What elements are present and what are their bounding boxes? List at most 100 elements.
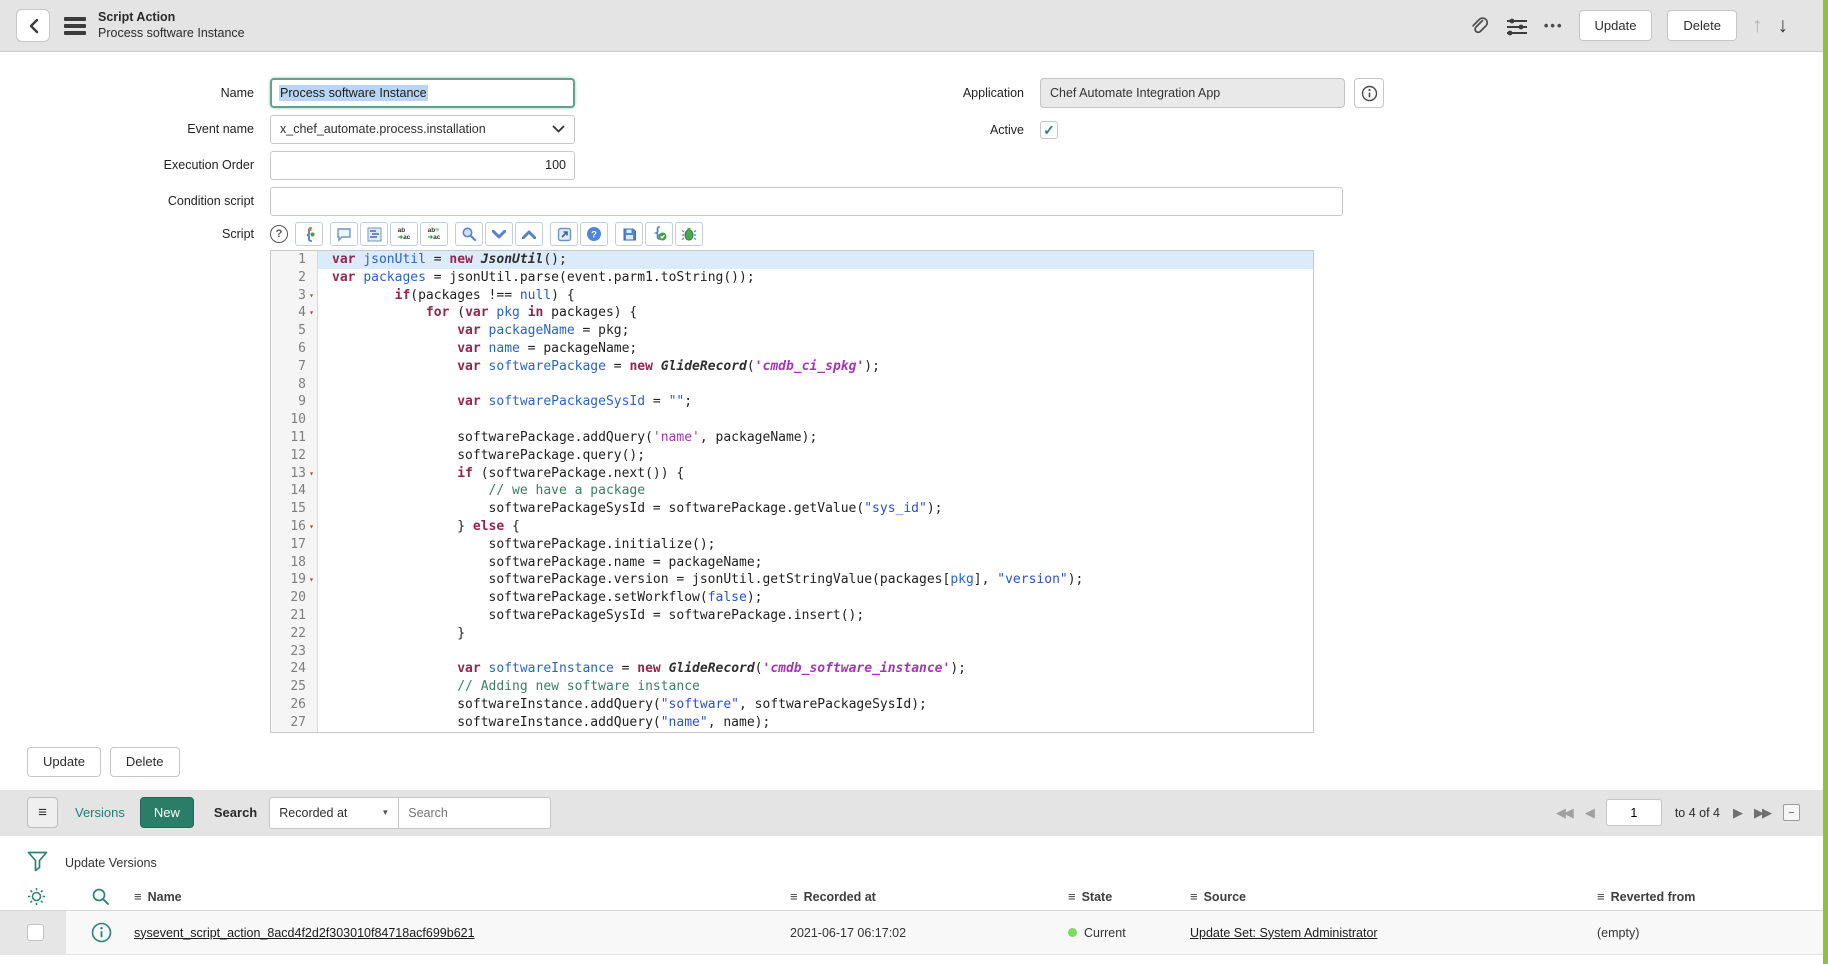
code-text[interactable]: if (softwarePackage.next()) {: [318, 465, 1313, 483]
code-text[interactable]: }: [318, 625, 1313, 643]
line-number-gutter[interactable]: 8: [271, 376, 318, 394]
line-number-gutter[interactable]: 13▾: [271, 465, 318, 483]
code-text[interactable]: // Adding new software instance: [318, 678, 1313, 696]
execution-order-input[interactable]: [270, 151, 575, 180]
line-number-gutter[interactable]: 16▾: [271, 518, 318, 536]
line-number-gutter[interactable]: 15: [271, 500, 318, 518]
fold-caret-icon[interactable]: ▾: [306, 571, 317, 589]
code-line[interactable]: 10: [271, 411, 1313, 429]
line-number-gutter[interactable]: 9: [271, 393, 318, 411]
list-search-cell[interactable]: [66, 887, 134, 906]
code-text[interactable]: var softwareInstance = new GlideRecord('…: [318, 660, 1313, 678]
attachment-icon[interactable]: [1468, 15, 1490, 37]
column-menu-icon[interactable]: ≡: [1068, 889, 1076, 904]
code-line[interactable]: 1var jsonUtil = new JsonUtil();: [271, 251, 1313, 269]
code-text[interactable]: softwarePackage.name = packageName;: [318, 554, 1313, 572]
code-text[interactable]: // we have a package: [318, 482, 1313, 500]
code-line[interactable]: 15 softwarePackageSysId = softwarePackag…: [271, 500, 1313, 518]
code-line[interactable]: 14 // we have a package: [271, 482, 1313, 500]
code-line[interactable]: 22 }: [271, 625, 1313, 643]
previous-page-icon[interactable]: ◀: [1585, 805, 1593, 821]
column-menu-icon[interactable]: ≡: [1597, 889, 1605, 904]
fold-caret-icon[interactable]: ▾: [306, 518, 317, 536]
column-header-reverted-from[interactable]: ≡Reverted from: [1597, 889, 1828, 904]
code-line[interactable]: 3▾ if(packages !== null) {: [271, 287, 1313, 305]
find-previous-icon[interactable]: [515, 222, 543, 246]
line-number-gutter[interactable]: 26: [271, 696, 318, 714]
toggle-syntax-editor-icon[interactable]: [295, 222, 323, 246]
code-line[interactable]: 27 softwareInstance.addQuery("name", nam…: [271, 714, 1313, 732]
line-number-gutter[interactable]: 2: [271, 269, 318, 287]
row-preview-cell[interactable]: [66, 922, 134, 943]
script-code-editor[interactable]: 1var jsonUtil = new JsonUtil();2var pack…: [270, 250, 1314, 733]
update-button[interactable]: Update: [1579, 10, 1653, 41]
previous-record-icon[interactable]: ↑: [1752, 14, 1763, 38]
code-text[interactable]: softwarePackage.query();: [318, 447, 1313, 465]
fold-caret-icon[interactable]: ▾: [306, 465, 317, 483]
search-icon[interactable]: [455, 222, 483, 246]
replace-all-icon[interactable]: ab≡➜ac: [420, 222, 448, 246]
code-line[interactable]: 13▾ if (softwarePackage.next()) {: [271, 465, 1313, 483]
replace-icon[interactable]: ab➜ac: [390, 222, 418, 246]
line-number-gutter[interactable]: 25: [271, 678, 318, 696]
code-line[interactable]: 19▾ softwarePackage.version = jsonUtil.g…: [271, 571, 1313, 589]
column-menu-icon[interactable]: ≡: [1190, 889, 1198, 904]
field-help-icon[interactable]: ?: [270, 225, 288, 243]
search-field-select[interactable]: Recorded at ▼: [269, 797, 399, 829]
line-number-gutter[interactable]: 1: [271, 251, 318, 269]
personalize-form-icon[interactable]: [1505, 15, 1529, 37]
code-text[interactable]: softwarePackageSysId = softwarePackage.g…: [318, 500, 1313, 518]
code-line[interactable]: 9 var softwarePackageSysId = "";: [271, 393, 1313, 411]
active-checkbox[interactable]: ✓: [1040, 121, 1058, 139]
code-line[interactable]: 12 softwarePackage.query();: [271, 447, 1313, 465]
collapse-list-icon[interactable]: −: [1783, 804, 1800, 821]
back-button[interactable]: [16, 9, 50, 42]
column-header-recorded-at[interactable]: ≡Recorded at: [790, 889, 1068, 904]
code-text[interactable]: if(packages !== null) {: [318, 287, 1313, 305]
delete-button-bottom[interactable]: Delete: [110, 747, 180, 777]
code-text[interactable]: [318, 643, 1313, 661]
code-text[interactable]: var name = packageName;: [318, 340, 1313, 358]
code-text[interactable]: [318, 376, 1313, 394]
code-text[interactable]: softwareInstance.addQuery("software", so…: [318, 696, 1313, 714]
event-name-select[interactable]: x_chef_automate.process.installation: [270, 115, 575, 144]
code-text[interactable]: var softwarePackage = new GlideRecord('c…: [318, 358, 1313, 376]
version-name-link[interactable]: sysevent_script_action_8acd4f2d2f303010f…: [134, 926, 475, 940]
next-page-icon[interactable]: ▶: [1733, 805, 1741, 821]
row-checkbox[interactable]: [27, 924, 44, 941]
code-line[interactable]: 18 softwarePackage.name = packageName;: [271, 554, 1313, 572]
column-menu-icon[interactable]: ≡: [134, 889, 142, 904]
code-line[interactable]: 5 var packageName = pkg;: [271, 322, 1313, 340]
filter-funnel-icon[interactable]: [27, 851, 48, 875]
last-page-icon[interactable]: ▶▶: [1754, 805, 1770, 821]
code-line[interactable]: 21 softwarePackageSysId = softwarePackag…: [271, 607, 1313, 625]
name-input[interactable]: Process software Instance: [270, 78, 575, 108]
code-line[interactable]: 24 var softwareInstance = new GlideRecor…: [271, 660, 1313, 678]
code-text[interactable]: softwarePackage.addQuery('name', package…: [318, 429, 1313, 447]
line-number-gutter[interactable]: 10: [271, 411, 318, 429]
code-text[interactable]: var packageName = pkg;: [318, 322, 1313, 340]
code-text[interactable]: var softwarePackageSysId = "";: [318, 393, 1313, 411]
new-version-button[interactable]: New: [140, 797, 194, 828]
list-personalize-cell[interactable]: [0, 887, 66, 906]
update-button-bottom[interactable]: Update: [27, 747, 101, 777]
line-number-gutter[interactable]: 18: [271, 554, 318, 572]
find-next-icon[interactable]: [485, 222, 513, 246]
code-text[interactable]: var packages = jsonUtil.parse(event.parm…: [318, 269, 1313, 287]
save-icon[interactable]: [615, 222, 643, 246]
debug-icon[interactable]: [675, 222, 703, 246]
code-line[interactable]: 23: [271, 643, 1313, 661]
line-number-gutter[interactable]: 20: [271, 589, 318, 607]
line-number-gutter[interactable]: 23: [271, 643, 318, 661]
versions-search-input[interactable]: [399, 797, 551, 829]
code-text[interactable]: [318, 411, 1313, 429]
line-number-gutter[interactable]: 17: [271, 536, 318, 554]
line-number-gutter[interactable]: 24: [271, 660, 318, 678]
code-line[interactable]: 2var packages = jsonUtil.parse(event.par…: [271, 269, 1313, 287]
code-line[interactable]: 26 softwareInstance.addQuery("software",…: [271, 696, 1313, 714]
code-line[interactable]: 8: [271, 376, 1313, 394]
page-number-input[interactable]: [1606, 799, 1662, 826]
code-line[interactable]: 11 softwarePackage.addQuery('name', pack…: [271, 429, 1313, 447]
source-link[interactable]: Update Set: System Administrator: [1190, 926, 1378, 940]
breadcrumb[interactable]: Update Versions: [65, 856, 157, 870]
